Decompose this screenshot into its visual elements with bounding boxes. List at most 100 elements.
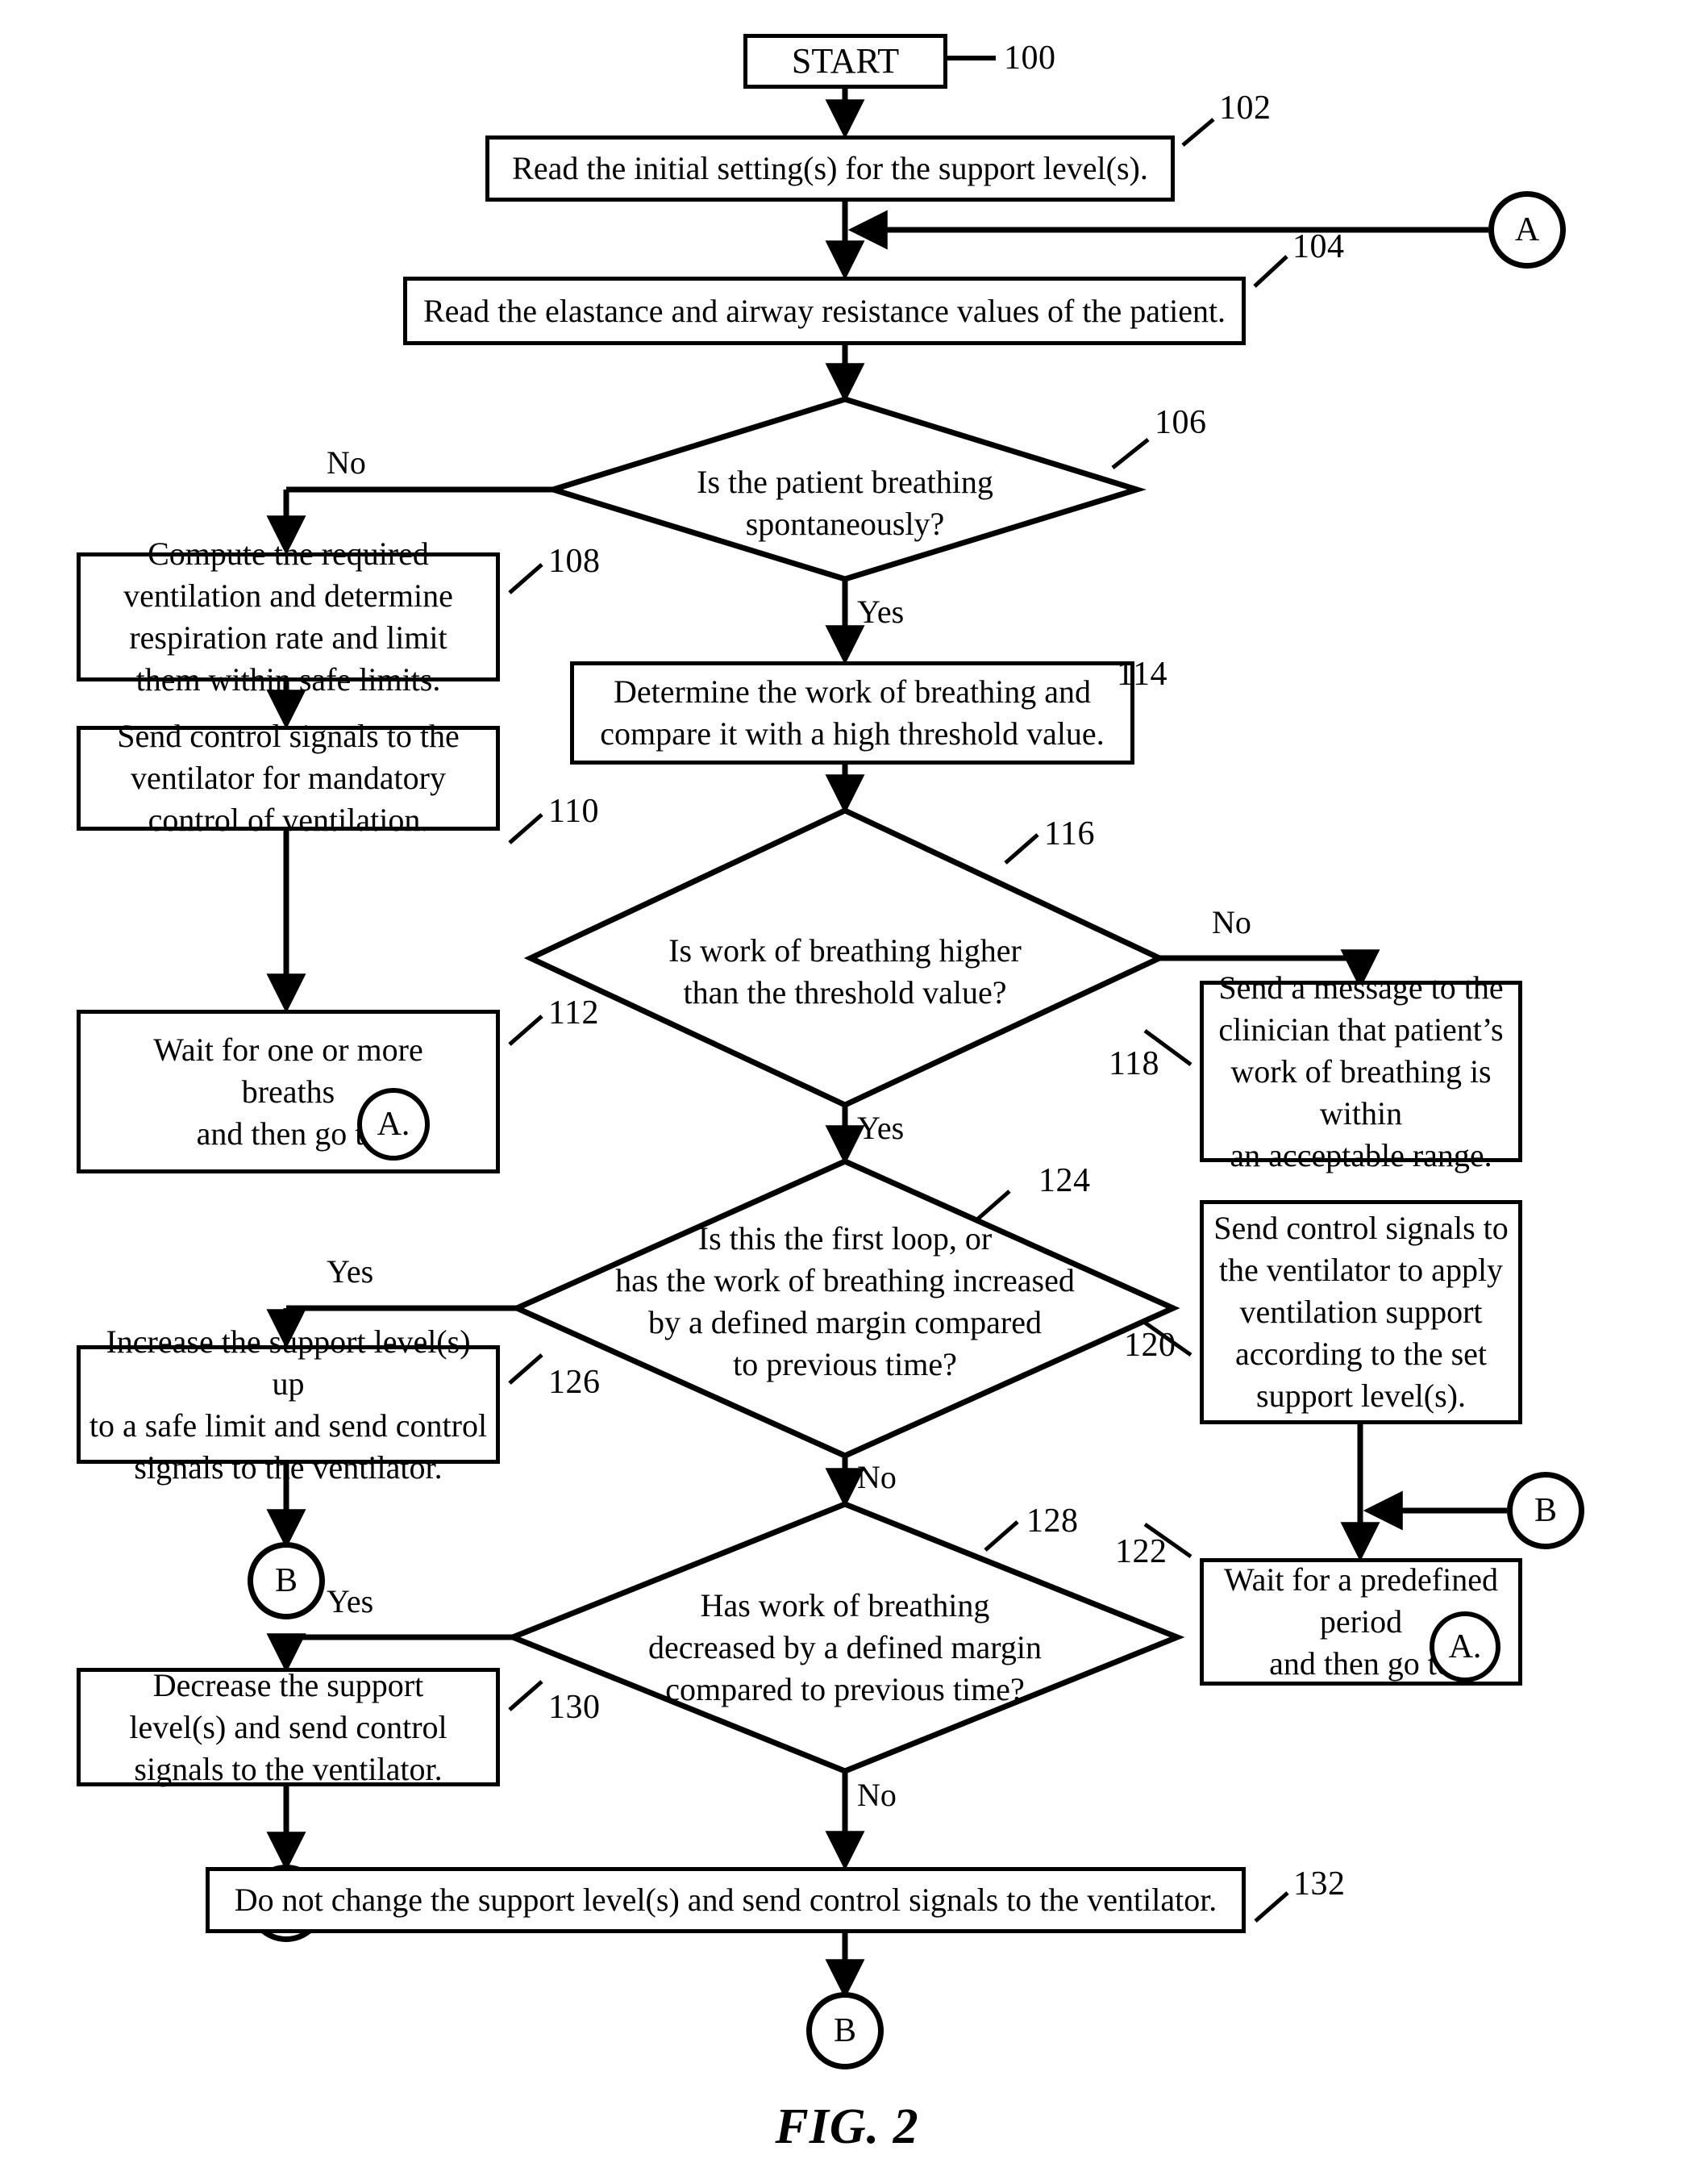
connector-b-after-126[interactable]: B: [248, 1542, 325, 1619]
step-114-line2: compare it with a high threshold value.: [600, 715, 1105, 752]
decision-128-text[interactable]: Has work of breathing decreased by a def…: [513, 1585, 1177, 1711]
branch-label-128-no: No: [857, 1777, 897, 1813]
step-126-line2: to a safe limit and send control: [89, 1407, 488, 1444]
step-110-text: Send control signals to the ventilator f…: [89, 715, 488, 841]
step-130-text: Decrease the support level(s) and send c…: [89, 1665, 488, 1790]
step-126-box[interactable]: Increase the support level(s) up to a sa…: [77, 1323, 500, 1486]
step-118-line3: work of breathing is within: [1230, 1052, 1492, 1132]
step-110-line1: Send control signals to the: [117, 718, 460, 754]
ref-128: 128: [1026, 1503, 1079, 1540]
connector-b-after-132[interactable]: B: [806, 1992, 884, 2069]
step-120-line2: the ventilator to apply: [1218, 1252, 1504, 1288]
decision-106-text[interactable]: Is the patient breathing spontaneously?: [553, 461, 1137, 545]
decision-124-line3: by a defined margin compared: [648, 1304, 1042, 1340]
decision-128-line1: Has work of breathing: [700, 1587, 990, 1623]
connector-a-in-122-label: A.: [1448, 1628, 1482, 1665]
decision-124-line1: Is this the first loop, or: [697, 1220, 993, 1257]
connector-a-right[interactable]: A: [1488, 191, 1566, 269]
step-110-line2: ventilator for mandatory: [131, 760, 446, 796]
step-120-box[interactable]: Send control signals to the ventilator t…: [1200, 1200, 1522, 1424]
ref-104: 104: [1292, 228, 1345, 265]
step-112-line2: breaths: [241, 1073, 335, 1110]
step-120-text: Send control signals to the ventilator t…: [1212, 1207, 1510, 1417]
step-126-text: Increase the support level(s) up to a sa…: [89, 1321, 488, 1489]
step-120-line3: ventilation support: [1239, 1294, 1483, 1330]
step-108-line2: ventilation and determine: [123, 577, 453, 614]
step-130-line1: Decrease the support: [152, 1666, 424, 1703]
connector-a-right-label: A: [1514, 211, 1540, 248]
decision-106-line2: spontaneously?: [745, 506, 945, 542]
step-108-line4: them within safe limits.: [135, 661, 441, 698]
step-110-line3: control of ventilation.: [148, 802, 429, 838]
step-118-line4: an acceptable range.: [1230, 1136, 1492, 1173]
step-118-line2: clinician that patient’s: [1218, 1011, 1504, 1048]
step-114-line1: Determine the work of breathing and: [613, 673, 1091, 710]
decision-116-line2: than the threshold value?: [683, 974, 1007, 1011]
decision-116-text[interactable]: Is work of breathing higher than the thr…: [531, 930, 1159, 1014]
step-112-box[interactable]: Wait for one or more breaths and then go…: [77, 1010, 500, 1173]
step-130-line2: level(s) and send control: [129, 1708, 447, 1745]
ref-122: 122: [1115, 1533, 1167, 1570]
step-104-box[interactable]: Read the elastance and airway resistance…: [403, 277, 1246, 345]
start-terminator[interactable]: START: [743, 34, 947, 89]
step-122-line1: Wait for a predefined: [1224, 1561, 1498, 1598]
step-102-text: Read the initial setting(s) for the supp…: [512, 150, 1148, 186]
step-104-text: Read the elastance and airway resistance…: [422, 292, 1226, 329]
branch-label-106-no: No: [327, 444, 366, 481]
decision-116-line1: Is work of breathing higher: [668, 932, 1022, 969]
step-102-box[interactable]: Read the initial setting(s) for the supp…: [485, 135, 1175, 202]
branch-label-106-yes: Yes: [857, 594, 905, 630]
step-126-line1: Increase the support level(s) up: [106, 1323, 471, 1402]
step-110-box[interactable]: Send control signals to the ventilator f…: [77, 718, 500, 838]
ref-124: 124: [1038, 1162, 1091, 1199]
step-132-box[interactable]: Do not change the support level(s) and s…: [206, 1867, 1246, 1933]
decision-106-line1: Is the patient breathing: [697, 464, 993, 500]
step-130-line3: signals to the ventilator.: [134, 1750, 443, 1787]
decision-124-text[interactable]: Is this the first loop, or has the work …: [517, 1218, 1173, 1386]
step-118-box[interactable]: Send a message to the clinician that pat…: [1200, 969, 1522, 1173]
step-120-line5: support level(s).: [1256, 1378, 1466, 1414]
step-126-line3: signals to the ventilator.: [134, 1448, 443, 1486]
ref-106: 106: [1155, 404, 1207, 441]
decision-124-line2: has the work of breathing increased: [615, 1262, 1075, 1298]
ref-114: 114: [1117, 656, 1167, 693]
step-108-line1: Compute the required: [148, 536, 429, 572]
step-130-box[interactable]: Decrease the support level(s) and send c…: [77, 1667, 500, 1787]
decision-128-line3: compared to previous time?: [665, 1671, 1025, 1707]
start-label: START: [791, 41, 900, 81]
step-112-line1: Wait for one or more: [153, 1031, 423, 1068]
ref-126: 126: [548, 1364, 601, 1401]
step-132-text: Do not change the support level(s) and s…: [234, 1882, 1217, 1918]
ref-118: 118: [1109, 1045, 1159, 1082]
connector-a-in-112-label: A.: [377, 1106, 410, 1143]
step-108-text: Compute the required ventilation and det…: [89, 533, 488, 701]
branch-label-128-yes: Yes: [327, 1583, 374, 1619]
decision-124-line4: to previous time?: [733, 1346, 957, 1382]
connector-b-after-126-label: B: [274, 1562, 298, 1599]
connector-a-in-112[interactable]: A.: [357, 1088, 430, 1161]
step-114-text: Determine the work of breathing and comp…: [582, 671, 1122, 755]
ref-130: 130: [548, 1689, 601, 1726]
figure-caption: FIG. 2: [775, 2099, 919, 2154]
connector-a-in-122[interactable]: A.: [1430, 1611, 1500, 1682]
step-118-line1: Send a message to the: [1218, 969, 1504, 1006]
ref-100: 100: [1004, 40, 1056, 77]
figure-canvas: START 100 Read the initial setting(s) fo…: [0, 0, 1694, 2184]
step-108-line3: respiration rate and limit: [129, 619, 447, 656]
branch-label-116-no: No: [1212, 904, 1251, 940]
branch-label-124-yes: Yes: [327, 1253, 374, 1290]
step-120-line4: according to the set: [1234, 1336, 1488, 1372]
connector-b-into-122-label: B: [1534, 1492, 1557, 1529]
branch-label-124-no: No: [857, 1459, 897, 1495]
step-118-text: Send a message to the clinician that pat…: [1212, 967, 1510, 1177]
ref-108: 108: [548, 543, 601, 580]
step-114-box[interactable]: Determine the work of breathing and comp…: [570, 661, 1134, 765]
branch-label-116-yes: Yes: [857, 1110, 905, 1146]
ref-102: 102: [1219, 90, 1272, 127]
step-112-text: Wait for one or more breaths and then go…: [89, 1029, 488, 1155]
ref-110: 110: [548, 793, 599, 830]
connector-b-after-132-label: B: [833, 2012, 856, 2049]
ref-132: 132: [1293, 1865, 1346, 1903]
connector-b-into-122[interactable]: B: [1507, 1472, 1584, 1549]
step-108-box[interactable]: Compute the required ventilation and det…: [77, 536, 500, 698]
